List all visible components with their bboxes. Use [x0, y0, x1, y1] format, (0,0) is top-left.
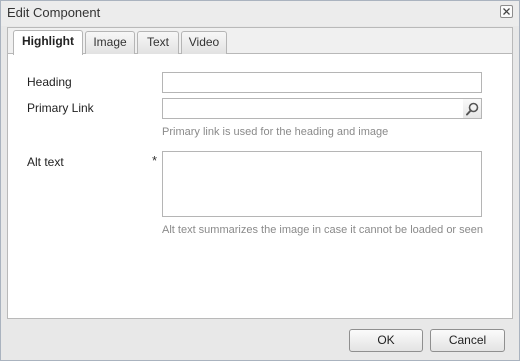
dialog-title: Edit Component — [7, 5, 101, 20]
primary-link-field[interactable] — [162, 98, 464, 119]
edit-component-dialog: Edit Component Highlight Image Text Vide… — [0, 0, 520, 361]
dialog-titlebar: Edit Component — [1, 1, 519, 26]
primary-link-hint: Primary link is used for the heading and… — [162, 126, 389, 138]
close-icon — [503, 8, 510, 15]
tab-image[interactable]: Image — [85, 31, 135, 54]
primary-link-label: Primary Link — [27, 101, 94, 115]
cancel-button[interactable]: Cancel — [430, 329, 505, 352]
heading-label: Heading — [27, 75, 72, 89]
heading-field[interactable] — [162, 72, 482, 93]
primary-link-search-button[interactable] — [463, 98, 482, 119]
close-button[interactable] — [500, 5, 513, 18]
tab-strip: Highlight Image Text Video — [8, 28, 512, 55]
search-icon — [466, 102, 479, 116]
tab-panel: Highlight Image Text Video Heading Prima… — [7, 27, 513, 319]
tab-video[interactable]: Video — [181, 31, 227, 54]
required-marker: * — [152, 153, 158, 168]
tab-text[interactable]: Text — [137, 31, 179, 54]
alt-text-label: Alt text — [27, 155, 64, 169]
tab-highlight[interactable]: Highlight — [13, 30, 83, 55]
ok-button[interactable]: OK — [349, 329, 423, 352]
alt-text-field[interactable] — [162, 151, 482, 217]
alt-text-hint: Alt text summarizes the image in case it… — [162, 224, 484, 236]
